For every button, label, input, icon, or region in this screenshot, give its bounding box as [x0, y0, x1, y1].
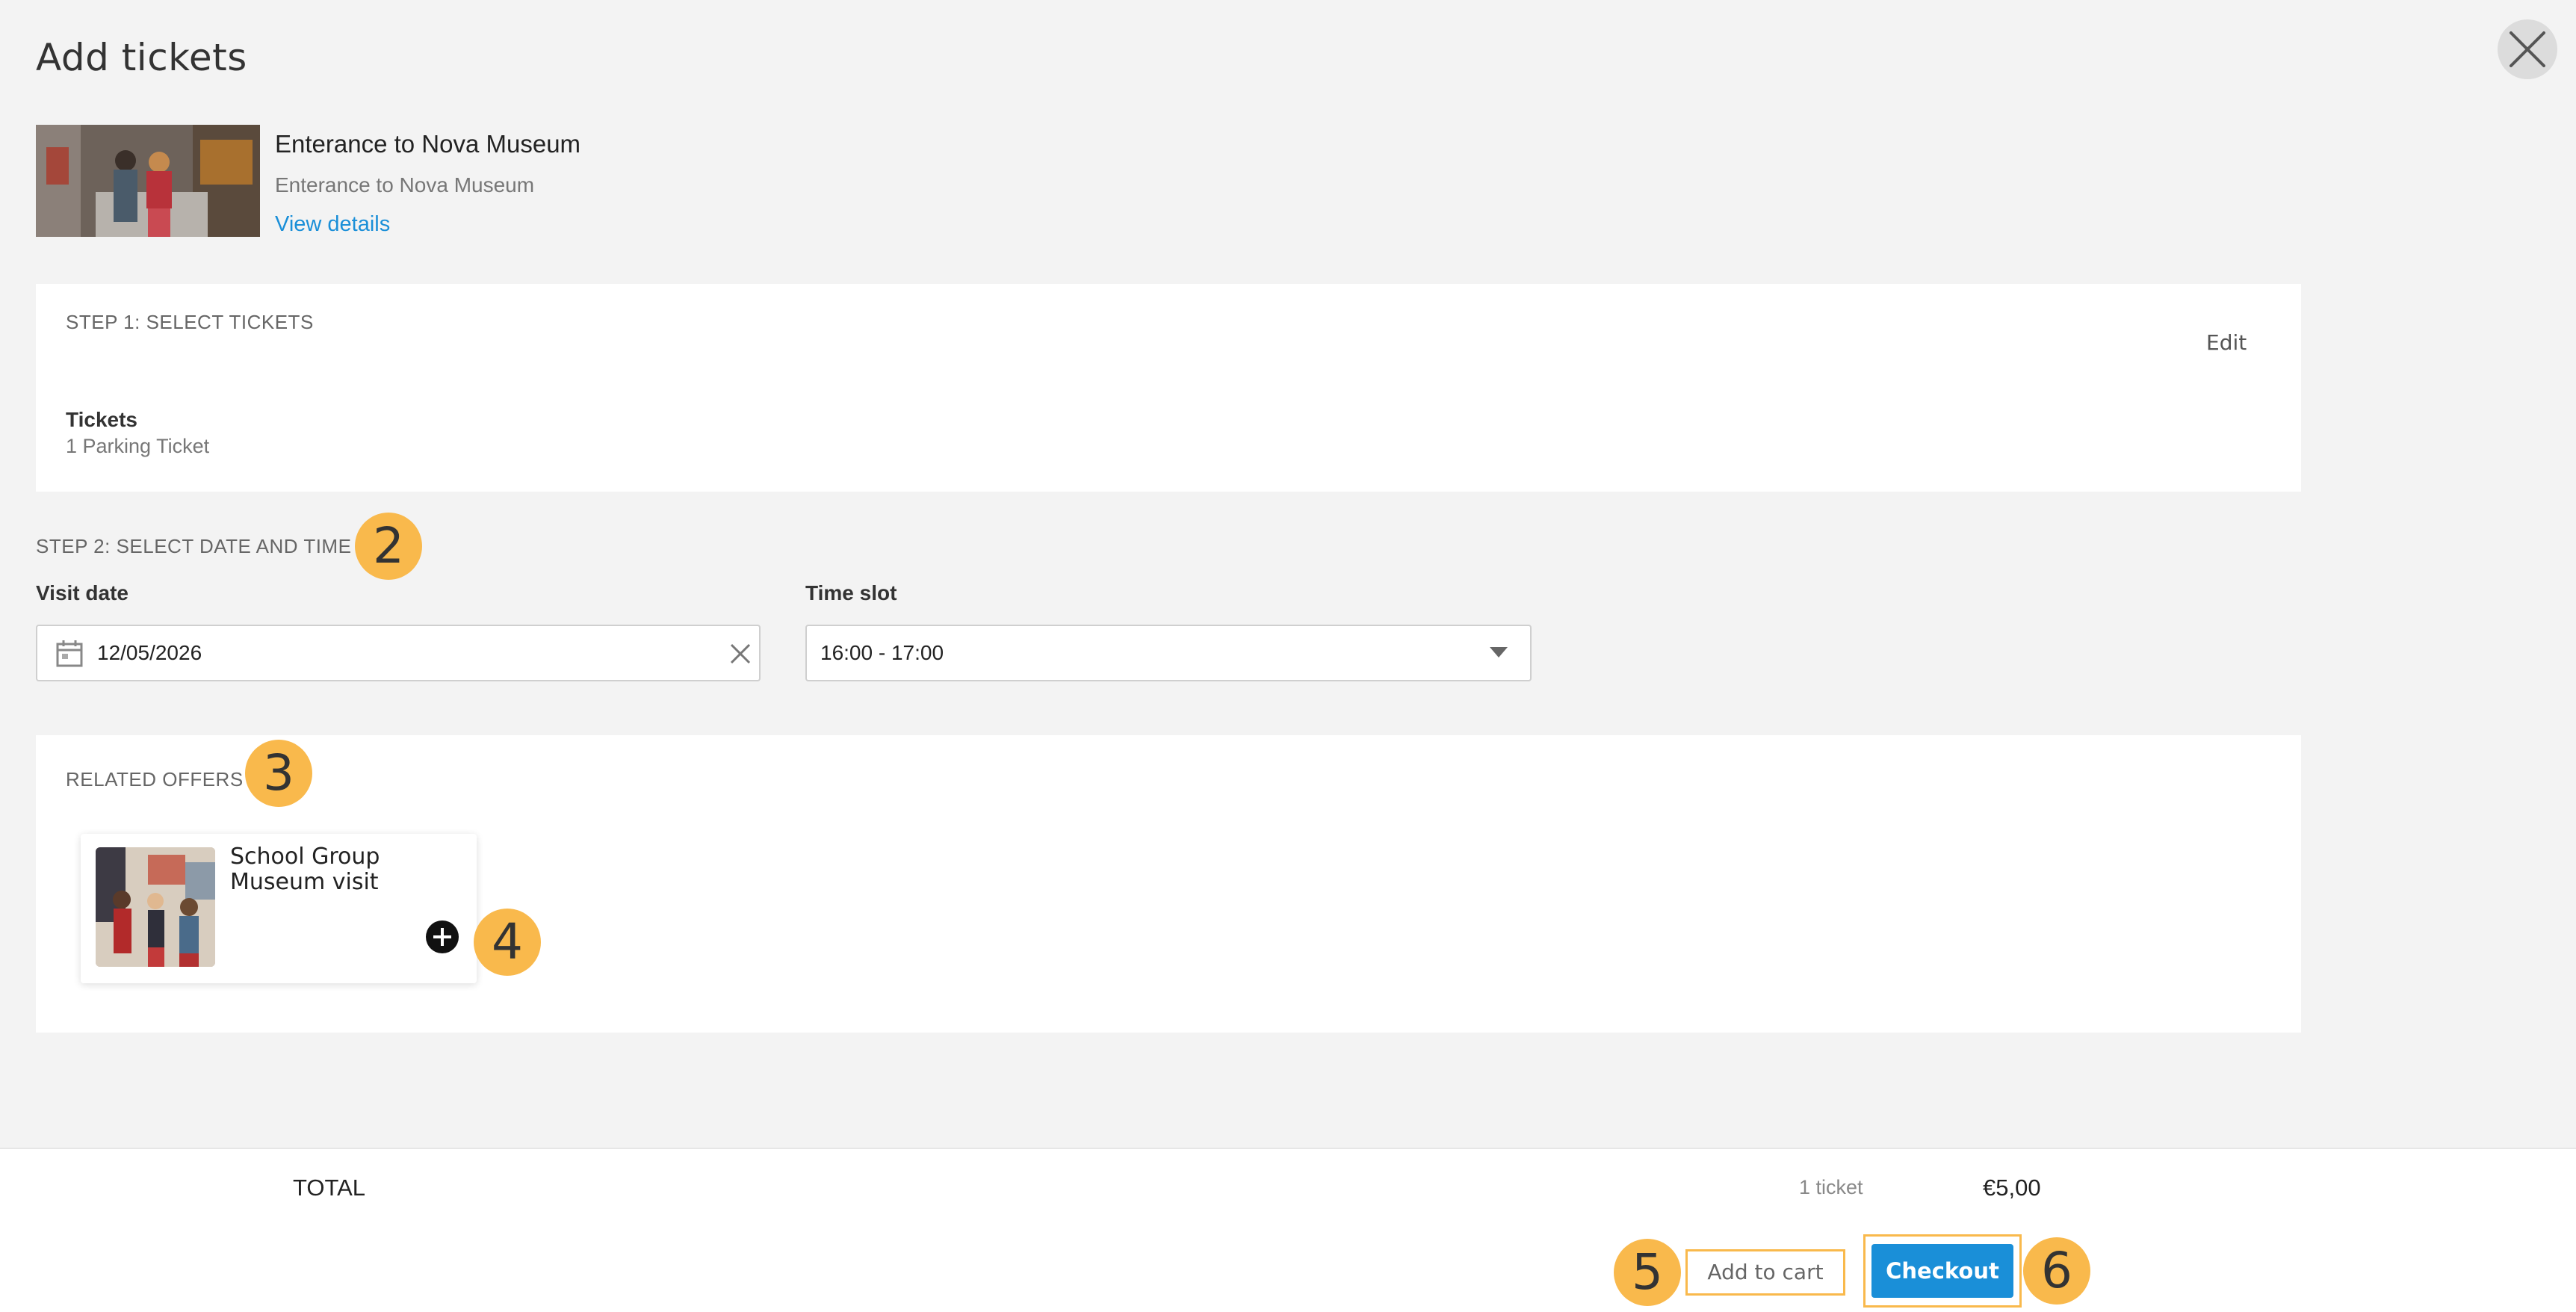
close-icon	[2510, 31, 2545, 67]
time-slot-value: 16:00 - 17:00	[820, 641, 944, 664]
plus-icon	[433, 928, 451, 946]
clear-icon[interactable]	[729, 643, 752, 665]
checkout-highlight: Checkout	[1863, 1234, 2022, 1308]
view-details-link[interactable]: View details	[275, 212, 390, 237]
checkout-button[interactable]: Checkout	[1871, 1244, 2013, 1298]
time-slot-select[interactable]: 16:00 - 17:00	[805, 625, 1532, 681]
annotation-badge-4: 4	[474, 909, 541, 976]
offer-title: School Group Museum visit	[230, 844, 380, 895]
footer-bar: TOTAL 1 ticket €5,00 5 Add to cart Check…	[0, 1148, 2576, 1312]
annotation-badge-2: 2	[355, 513, 422, 580]
calendar-icon	[56, 640, 83, 667]
product-image	[36, 125, 260, 237]
tickets-value: 1 Parking Ticket	[66, 435, 210, 457]
step2-label: STEP 2: SELECT DATE AND TIME	[36, 535, 352, 557]
ticket-count: 1 ticket	[1799, 1176, 1863, 1198]
visit-date-value: 12/05/2026	[97, 641, 202, 664]
add-offer-button[interactable]	[426, 920, 459, 953]
chevron-down-icon	[1490, 647, 1508, 657]
annotation-badge-3: 3	[245, 740, 312, 807]
annotation-badge-6: 6	[2023, 1237, 2090, 1305]
related-offers-label: RELATED OFFERS	[66, 768, 244, 790]
add-to-cart-highlight: Add to cart	[1685, 1249, 1845, 1296]
dialog-title: Add tickets	[36, 36, 247, 79]
visit-date-label: Visit date	[36, 581, 129, 604]
time-slot-label: Time slot	[805, 581, 897, 604]
product-subtitle: Enterance to Nova Museum	[275, 173, 535, 197]
product-title: Enterance to Nova Museum	[275, 130, 581, 158]
step1-label: STEP 1: SELECT TICKETS	[66, 311, 314, 333]
offer-card[interactable]: School Group Museum visit	[81, 834, 477, 983]
offer-image	[96, 847, 215, 967]
edit-button[interactable]: Edit	[2206, 330, 2247, 355]
tickets-label: Tickets	[66, 408, 137, 431]
close-button[interactable]	[2498, 19, 2557, 79]
add-to-cart-button[interactable]: Add to cart	[1688, 1251, 1843, 1293]
step1-card: STEP 1: SELECT TICKETS Edit Tickets 1 Pa…	[36, 284, 2301, 492]
visit-date-field[interactable]: 12/05/2026	[36, 625, 761, 681]
annotation-badge-5: 5	[1614, 1239, 1681, 1306]
total-price: €5,00	[1983, 1175, 2041, 1201]
total-label: TOTAL	[293, 1175, 366, 1201]
